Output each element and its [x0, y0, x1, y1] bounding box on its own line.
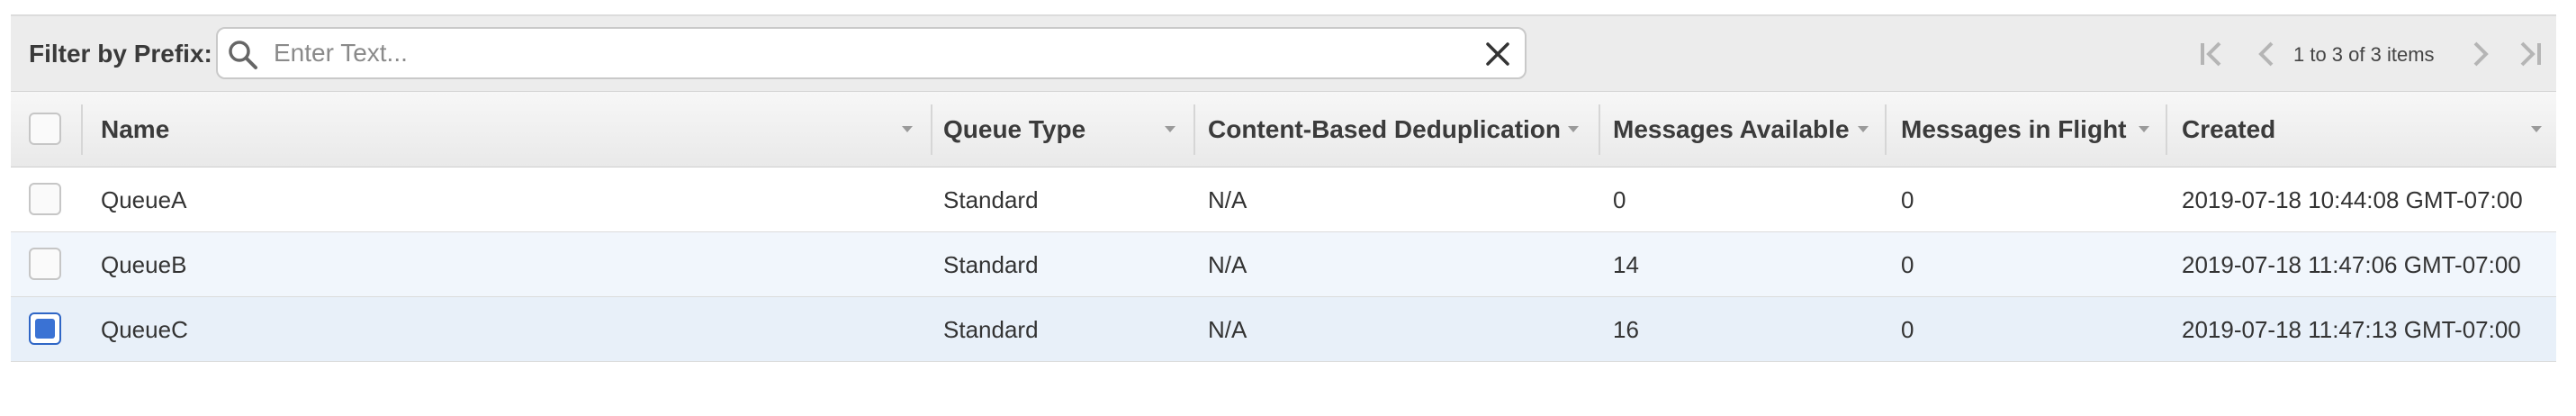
- messages-available: 14: [1613, 250, 1639, 278]
- filter-input-box[interactable]: [216, 27, 1527, 79]
- sort-caret-icon[interactable]: [1165, 126, 1175, 132]
- sort-caret-icon[interactable]: [2531, 126, 2542, 132]
- table-row[interactable]: QueueB Standard N/A 14 0 2019-07-18 11:4…: [11, 232, 2556, 297]
- last-page-icon[interactable]: [2513, 38, 2545, 70]
- table-row[interactable]: QueueA Standard N/A 0 0 2019-07-18 10:44…: [11, 167, 2556, 232]
- sort-caret-icon[interactable]: [2139, 126, 2149, 132]
- column-header-label: Messages Available: [1613, 115, 1850, 143]
- dedup-value: N/A: [1208, 315, 1247, 343]
- pagination: 1 to 3 of 3 items: [2178, 16, 2556, 92]
- filter-prefix-input[interactable]: [274, 34, 1444, 72]
- queue-name: QueueB: [101, 250, 187, 278]
- clear-icon[interactable]: [1483, 40, 1512, 68]
- messages-in-flight: 0: [1901, 185, 1914, 213]
- queue-type: Standard: [943, 250, 1039, 278]
- column-divider: [931, 104, 932, 155]
- search-icon: [229, 41, 257, 69]
- column-header-messages-in-flight[interactable]: Messages in Flight: [1901, 92, 2153, 167]
- messages-in-flight: 0: [1901, 315, 1914, 343]
- created-timestamp: 2019-07-18 10:44:08 GMT-07:00: [2182, 185, 2523, 213]
- column-divider: [81, 104, 83, 155]
- column-header-label: Created: [2182, 115, 2276, 143]
- column-divider: [1599, 104, 1600, 155]
- created-timestamp: 2019-07-18 11:47:13 GMT-07:00: [2182, 315, 2521, 343]
- previous-page-icon[interactable]: [2250, 38, 2283, 70]
- column-divider: [1193, 104, 1195, 155]
- column-header-name[interactable]: Name: [101, 92, 923, 167]
- row-checkbox[interactable]: [29, 312, 61, 345]
- sort-caret-icon[interactable]: [902, 126, 913, 132]
- messages-available: 0: [1613, 185, 1626, 213]
- column-divider: [2166, 104, 2167, 155]
- queue-name: QueueC: [101, 315, 188, 343]
- column-header-label: Content-Based Deduplication: [1208, 115, 1562, 143]
- queue-type: Standard: [943, 185, 1039, 213]
- table-header: Name Queue Type Content-Based Deduplicat…: [11, 92, 2556, 167]
- first-page-icon[interactable]: [2196, 38, 2229, 70]
- queue-name: QueueA: [101, 185, 187, 213]
- sort-caret-icon[interactable]: [1568, 126, 1579, 132]
- pagination-summary: 1 to 3 of 3 items: [2293, 43, 2435, 66]
- row-checkbox[interactable]: [29, 248, 61, 280]
- filter-bar: Filter by Prefix: 1 to 3 of 3 items: [11, 16, 2556, 92]
- select-all-checkbox[interactable]: [29, 113, 61, 145]
- created-timestamp: 2019-07-18 11:47:06 GMT-07:00: [2182, 250, 2521, 278]
- column-divider: [1885, 104, 1887, 155]
- messages-available: 16: [1613, 315, 1639, 343]
- column-header-label: Name: [101, 115, 170, 143]
- column-header-queue-type[interactable]: Queue Type: [943, 92, 1177, 167]
- next-page-icon[interactable]: [2464, 38, 2497, 70]
- column-header-label: Queue Type: [943, 115, 1086, 143]
- column-header-label: Messages in Flight: [1901, 115, 2127, 143]
- column-header-messages-available[interactable]: Messages Available: [1613, 92, 1865, 167]
- dedup-value: N/A: [1208, 185, 1247, 213]
- dedup-value: N/A: [1208, 250, 1247, 278]
- queue-table-panel: Filter by Prefix: 1 to 3 of 3 items: [11, 14, 2556, 362]
- messages-in-flight: 0: [1901, 250, 1914, 278]
- column-header-dedup[interactable]: Content-Based Deduplication: [1208, 92, 1586, 167]
- column-header-created[interactable]: Created: [2182, 92, 2524, 167]
- sort-caret-icon[interactable]: [1858, 126, 1869, 132]
- queue-type: Standard: [943, 315, 1039, 343]
- filter-label: Filter by Prefix:: [29, 40, 212, 68]
- table-row[interactable]: QueueC Standard N/A 16 0 2019-07-18 11:4…: [11, 297, 2556, 362]
- row-checkbox[interactable]: [29, 183, 61, 215]
